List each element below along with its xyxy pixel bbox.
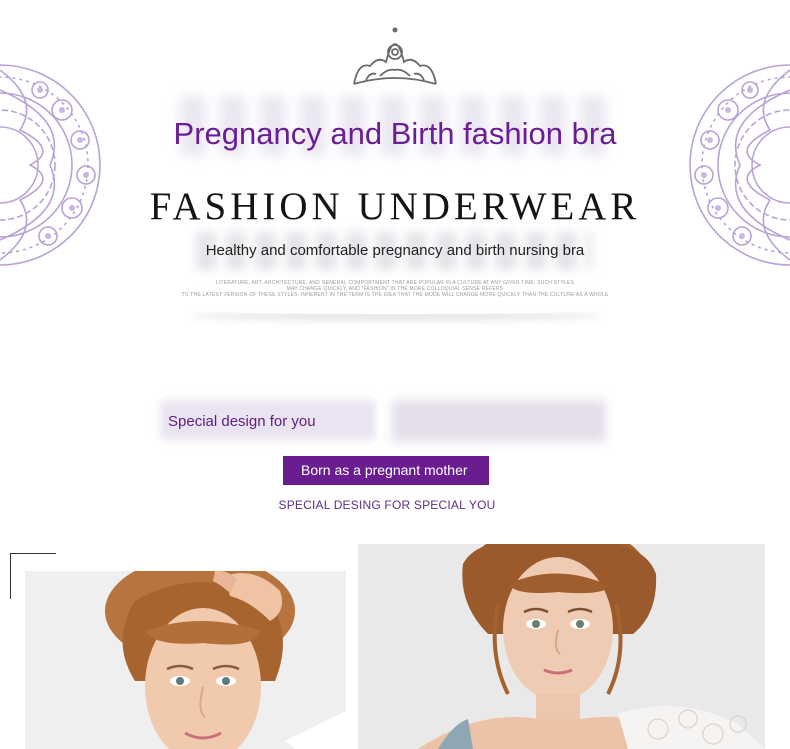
tagline: Healthy and comfortable pregnancy and bi…	[205, 242, 585, 259]
model-photo-right	[358, 544, 765, 749]
model-photo-left	[25, 571, 346, 749]
crown-icon	[348, 22, 442, 92]
divider-shadow	[190, 306, 602, 314]
page-headline: Pregnancy and Birth fashion bra	[173, 116, 617, 151]
corner-bracket	[10, 553, 56, 554]
fine-print: LITERATURE, ART, ARCHITECTURE, AND GENER…	[170, 280, 620, 298]
special-design-label: Special design for you	[168, 413, 316, 430]
corner-bracket	[10, 553, 11, 599]
blurred-banner	[392, 400, 606, 442]
fine-print-line: TO THE LATEST VERSION OF THESE STYLES. I…	[181, 292, 609, 298]
fashion-underwear-heading: FASHION UNDERWEAR	[149, 185, 641, 228]
born-as-pregnant-mother-button[interactable]: Born as a pregnant mother	[283, 456, 489, 485]
special-caption: SPECIAL DESING FOR SPECIAL YOU	[278, 498, 496, 512]
